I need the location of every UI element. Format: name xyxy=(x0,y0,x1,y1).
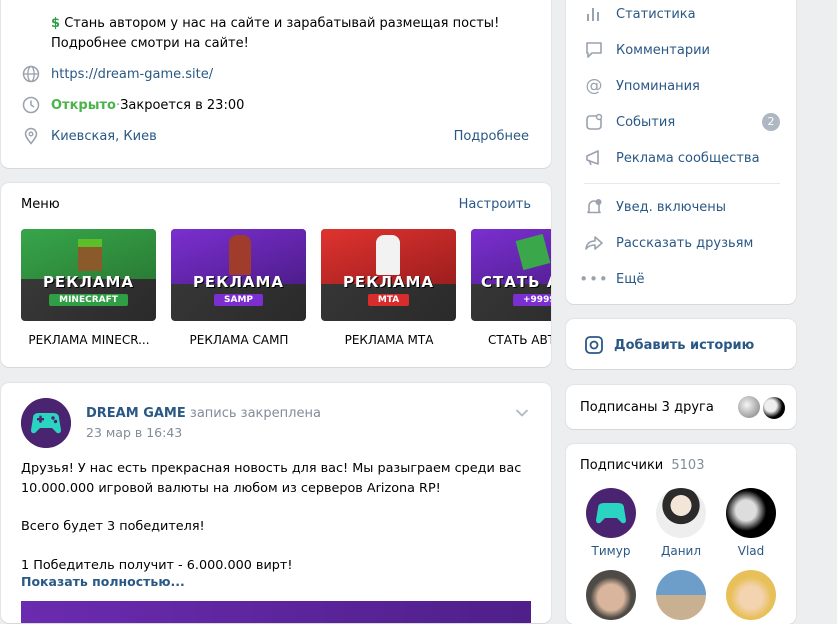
status-open: Открыто xyxy=(51,97,116,113)
subscribers-count: 5103 xyxy=(671,458,705,473)
more-icon: ••• xyxy=(579,270,609,288)
menu-tile-mta[interactable]: РЕКЛАМА MTA xyxy=(321,229,456,321)
grass-block-icon xyxy=(78,239,102,271)
share-icon xyxy=(584,233,604,253)
character-figure xyxy=(229,235,251,275)
friend-avatar[interactable] xyxy=(762,396,786,420)
menu-item-comments[interactable]: Комментарии xyxy=(584,40,710,60)
events-icon xyxy=(584,112,604,132)
menu-tile-label[interactable]: РЕКЛАМА САМП xyxy=(164,333,314,347)
avatar xyxy=(726,488,776,538)
friends-subscribed-card[interactable]: Подписаны 3 друга xyxy=(566,385,796,429)
avatar xyxy=(586,488,636,538)
community-actions-menu: Статистика Комментарии @ Упоминания Собы… xyxy=(566,0,796,304)
location-pin-icon xyxy=(21,126,41,146)
events-badge: 2 xyxy=(762,113,780,131)
avatar xyxy=(656,570,706,620)
menu-item-statistics[interactable]: Статистика xyxy=(584,4,696,24)
menu-tile-minecraft[interactable]: РЕКЛАМА MINECRAFT xyxy=(21,229,156,321)
subscribers-title: Подписчики xyxy=(580,458,664,473)
megaphone-icon xyxy=(584,148,604,168)
community-description: $ Стань автором у нас на сайте и зарабат… xyxy=(51,16,500,51)
story-icon xyxy=(585,336,603,354)
subscriber[interactable] xyxy=(716,570,786,620)
menu-tile-label[interactable]: РЕКЛАМА MINECR... xyxy=(14,333,164,347)
gamepad-icon xyxy=(21,398,71,448)
info-card: $ Стань автором у нас на сайте и зарабат… xyxy=(1,0,551,168)
post-action: запись закреплена xyxy=(189,406,321,421)
dollar-icon: $ xyxy=(51,16,61,31)
hours-row: Открыто · Закроется в 23:00 xyxy=(21,95,244,115)
menu-item-advertise[interactable]: Реклама сообщества xyxy=(584,148,760,168)
menu-tile-author[interactable]: СТАТЬ АВ +9999 xyxy=(471,229,551,321)
menu-item-share[interactable]: Рассказать друзьям xyxy=(584,233,753,253)
menu-configure-link[interactable]: Настроить xyxy=(459,197,531,212)
bell-icon xyxy=(584,197,604,217)
website-link[interactable]: https://dream-game.site/ xyxy=(51,67,213,82)
menu-title: Меню xyxy=(21,197,60,212)
friend-avatar[interactable] xyxy=(738,396,760,418)
character-figure xyxy=(376,235,400,275)
subscribers-card: Подписчики 5103 Тимур Данил Vlad xyxy=(566,444,796,624)
gamepad-icon xyxy=(596,503,626,524)
mention-icon: @ xyxy=(585,76,603,96)
subscribers-header[interactable]: Подписчики 5103 xyxy=(580,458,704,473)
add-story-card[interactable]: Добавить историю xyxy=(566,319,796,369)
avatar xyxy=(656,488,706,538)
subscriber[interactable]: Данил xyxy=(646,488,716,558)
website-row: https://dream-game.site/ xyxy=(21,64,213,84)
subscriber[interactable]: Тимур xyxy=(576,488,646,558)
menu-card: Меню Настроить РЕКЛАМА MINECRAFT РЕКЛАМА… xyxy=(1,183,551,367)
stats-icon xyxy=(584,4,604,24)
menu-tile-label[interactable]: РЕКЛАМА МТА xyxy=(314,333,464,347)
location-row: Киевская, Киев xyxy=(21,126,157,146)
status-close: Закроется в 23:00 xyxy=(120,97,245,113)
menu-divider xyxy=(584,183,780,184)
comment-icon xyxy=(584,40,604,60)
friends-subscribed-label: Подписаны 3 друга xyxy=(580,400,714,415)
post-image[interactable] xyxy=(21,601,531,623)
avatar xyxy=(586,570,636,620)
subscriber[interactable] xyxy=(646,570,716,620)
menu-item-more[interactable]: ••• Ещё xyxy=(579,269,644,289)
location-link[interactable]: Киевская, Киев xyxy=(51,129,157,144)
subscriber[interactable]: Vlad xyxy=(716,488,786,558)
post-text: Друзья! У нас есть прекрасная новость дл… xyxy=(21,461,522,573)
menu-item-notifications[interactable]: Увед. включены xyxy=(584,197,726,217)
chevron-down-icon[interactable] xyxy=(515,407,529,422)
menu-item-mentions[interactable]: @ Упоминания xyxy=(584,76,700,96)
post-author[interactable]: DREAM GAME xyxy=(86,406,186,421)
more-details-link[interactable]: Подробнее xyxy=(454,129,529,144)
add-story-button[interactable]: Добавить историю xyxy=(584,335,754,355)
globe-icon xyxy=(21,64,41,84)
subscriber[interactable] xyxy=(576,570,646,620)
menu-tile-label[interactable]: СТАТЬ АВТ xyxy=(488,333,551,347)
show-more-link[interactable]: Показать полностью... xyxy=(21,574,185,589)
menu-item-events[interactable]: События 2 xyxy=(584,112,780,132)
community-avatar[interactable] xyxy=(21,398,71,448)
clock-icon xyxy=(21,95,41,115)
post-date[interactable]: 23 мар в 16:43 xyxy=(86,425,182,440)
pinned-post: DREAM GAME запись закреплена 23 мар в 16… xyxy=(1,383,551,623)
post-header: DREAM GAME запись закреплена xyxy=(86,406,321,421)
menu-tile-samp[interactable]: РЕКЛАМА SAMP xyxy=(171,229,306,321)
avatar xyxy=(726,570,776,620)
